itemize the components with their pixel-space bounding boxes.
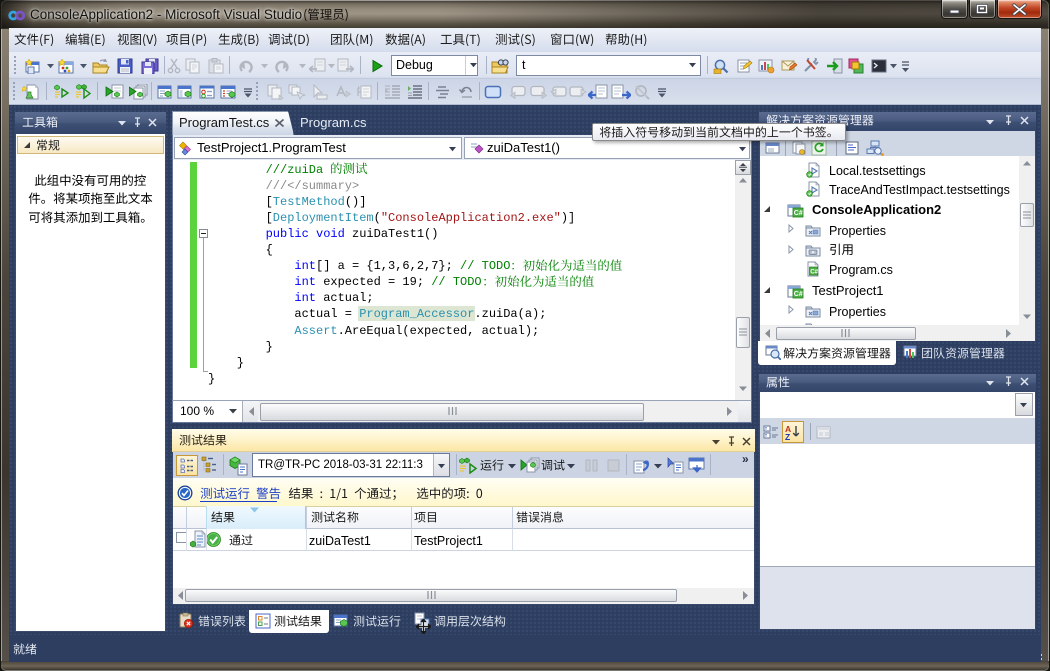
- svg-text:C#: C#: [794, 291, 803, 298]
- svg-text:C#: C#: [794, 210, 803, 217]
- svg-text:C#: C#: [810, 269, 818, 276]
- svg-text:Z: Z: [785, 432, 790, 440]
